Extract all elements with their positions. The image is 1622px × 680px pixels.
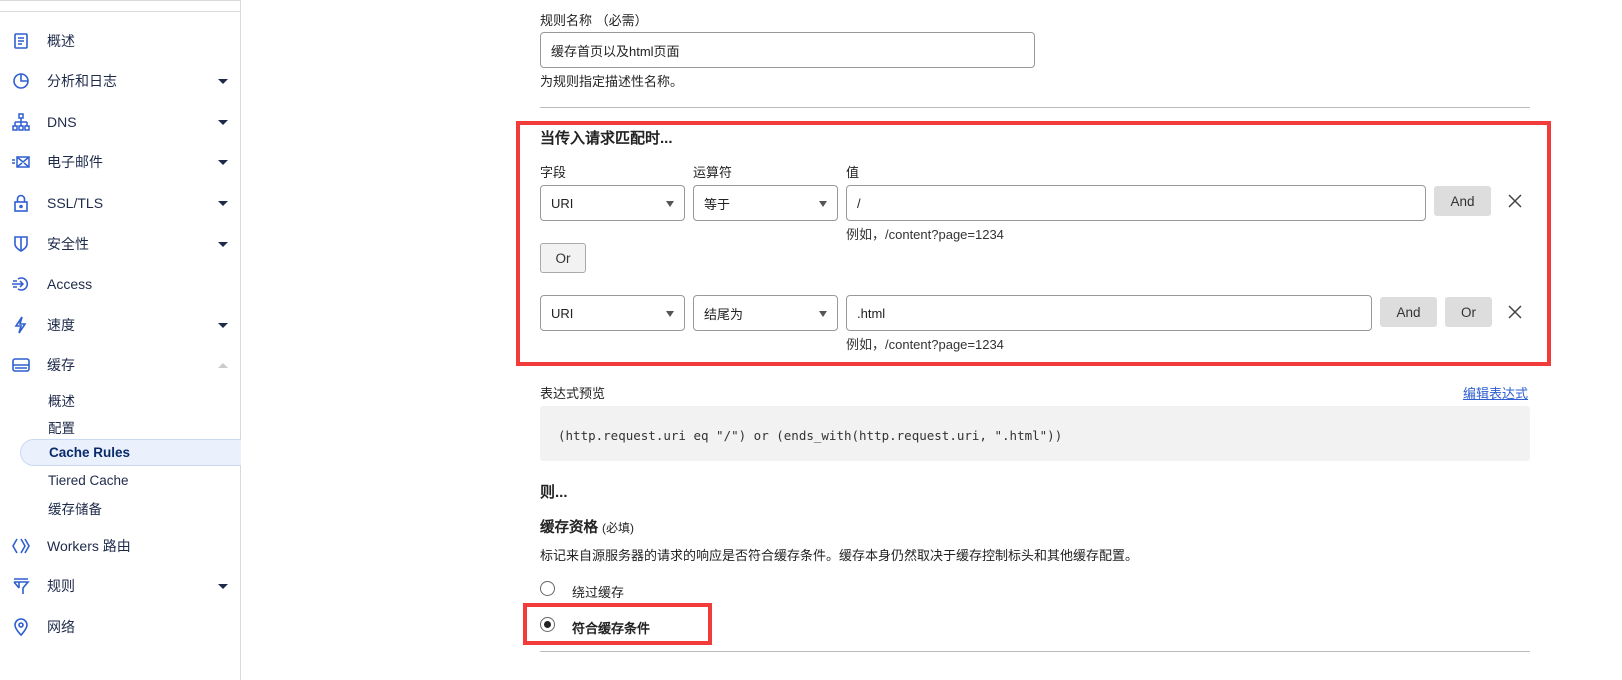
sidebar-item-overview[interactable]: 概述 <box>0 26 240 56</box>
sidebar-item-workers-routes[interactable]: Workers 路由 <box>0 531 240 561</box>
sidebar-item-label: 分析和日志 <box>47 73 117 89</box>
operator-select-value: 等于 <box>704 196 731 212</box>
divider <box>540 651 1530 652</box>
operator-column-label: 运算符 <box>693 165 733 180</box>
close-icon[interactable] <box>1507 304 1523 320</box>
sidebar-item-label: DNS <box>47 114 77 130</box>
cache-eligibility-desc: 标记来自源服务器的请求的响应是否符合缓存条件。缓存本身仍然取决于缓存控制标头和其… <box>540 548 1139 563</box>
caret-down-icon <box>218 119 228 125</box>
rule-name-help: 为规则指定描述性名称。 <box>540 74 684 89</box>
sidebar-subitem-config[interactable]: 配置 <box>20 413 241 440</box>
field-select-value: URI <box>551 305 574 321</box>
sidebar-item-email[interactable]: 电子邮件 <box>0 147 240 177</box>
workers-icon <box>12 538 30 554</box>
sidebar-item-label: 速度 <box>47 317 75 333</box>
and-button[interactable]: And <box>1380 297 1437 327</box>
cache-server-icon <box>12 358 30 372</box>
sidebar-item-dns[interactable]: DNS <box>0 107 240 137</box>
field-select[interactable]: URI <box>540 295 685 331</box>
dropdown-arrow-icon <box>819 311 827 317</box>
expression-preview-label: 表达式预览 <box>540 386 606 401</box>
cache-eligibility-title: 缓存资格 (必填) <box>540 516 634 537</box>
value-hint: 例如，/content?page=1234 <box>846 227 1004 242</box>
lightning-icon <box>14 316 27 334</box>
radio-label: 绕过缓存 <box>572 585 625 600</box>
cache-eligibility-title-text: 缓存资格 <box>540 520 598 536</box>
caret-down-icon <box>218 78 228 84</box>
value-input[interactable]: .html <box>846 295 1372 331</box>
sidebar-subitem-cache-rules[interactable]: Cache Rules <box>20 439 241 466</box>
sidebar-subitem-cache-reserve[interactable]: 缓存储备 <box>20 494 241 521</box>
sidebar-item-label: 概述 <box>47 33 75 49</box>
caret-down-icon <box>218 583 228 589</box>
required-label: (必填) <box>602 521 635 535</box>
radio-eligible-for-cache[interactable] <box>540 617 555 632</box>
sidebar-item-ssl-tls[interactable]: SSL/TLS <box>0 188 240 218</box>
pie-chart-icon <box>13 73 29 89</box>
sidebar-item-cache[interactable]: 缓存 <box>0 350 240 380</box>
dropdown-arrow-icon <box>819 201 827 207</box>
field-select-value: URI <box>551 195 574 211</box>
operator-select-value: 结尾为 <box>704 306 744 322</box>
sidebar-item-access[interactable]: Access <box>0 269 240 299</box>
email-icon <box>12 156 30 168</box>
sidebar-subitem-overview[interactable]: 概述 <box>20 386 241 413</box>
sidebar-item-label: Workers 路由 <box>47 538 131 554</box>
value-input[interactable]: / <box>846 185 1426 221</box>
divider <box>540 107 1530 108</box>
filter-icon <box>13 578 30 594</box>
sidebar-item-speed[interactable]: 速度 <box>0 310 240 340</box>
sidebar-item-label: 缓存 <box>47 357 75 373</box>
location-pin-icon <box>14 618 28 636</box>
field-column-label: 字段 <box>540 165 567 180</box>
shield-icon <box>14 236 28 252</box>
rule-name-input[interactable]: 缓存首页以及html页面 <box>540 32 1035 68</box>
sidebar-top-divider <box>0 11 240 12</box>
sidebar-item-label: Access <box>47 276 93 292</box>
match-heading: 当传入请求匹配时... <box>540 130 673 147</box>
sidebar-item-label: 规则 <box>47 578 75 594</box>
or-button[interactable]: Or <box>540 243 586 273</box>
rule-name-label: 规则名称 （必需） <box>540 13 648 28</box>
then-heading: 则... <box>540 484 568 501</box>
access-icon <box>12 277 28 291</box>
sidebar-item-label: 网络 <box>47 619 75 635</box>
and-button[interactable]: And <box>1434 186 1491 216</box>
sidebar-item-label: 安全性 <box>47 236 89 252</box>
caret-down-icon <box>218 241 228 247</box>
sidebar-item-analytics[interactable]: 分析和日志 <box>0 66 240 96</box>
sidebar-item-label: SSL/TLS <box>47 195 104 211</box>
field-select[interactable]: URI <box>540 185 685 221</box>
caret-down-icon <box>218 159 228 165</box>
caret-down-icon <box>218 200 228 206</box>
sidebar-subitem-tiered-cache[interactable]: Tiered Cache <box>20 467 241 494</box>
edit-expression-link[interactable]: 编辑表达式 <box>1463 383 1528 402</box>
caret-up-icon <box>218 362 228 368</box>
radio-label: 符合缓存条件 <box>572 621 651 636</box>
value-hint: 例如，/content?page=1234 <box>846 337 1004 352</box>
expression-preview: (http.request.uri eq "/") or (ends_with(… <box>540 406 1530 461</box>
sidebar-item-label: 电子邮件 <box>47 154 103 170</box>
sidebar-item-security[interactable]: 安全性 <box>0 229 240 259</box>
sidebar-item-network[interactable]: 网络 <box>0 612 240 642</box>
dropdown-arrow-icon <box>666 311 674 317</box>
caret-down-icon <box>218 322 228 328</box>
sidebar-item-rules[interactable]: 规则 <box>0 571 240 601</box>
clipboard-icon <box>14 33 28 49</box>
lock-icon <box>14 194 28 212</box>
dropdown-arrow-icon <box>666 201 674 207</box>
close-icon[interactable] <box>1507 193 1523 209</box>
network-tree-icon <box>12 113 30 131</box>
sidebar: 概述 分析和日志 DNS 电子邮件 SSL/TLS 安全性 Access 速度 … <box>0 0 241 680</box>
value-column-label: 值 <box>846 165 860 180</box>
operator-select[interactable]: 结尾为 <box>693 295 838 331</box>
operator-select[interactable]: 等于 <box>693 185 838 221</box>
radio-bypass-cache[interactable] <box>540 581 555 596</box>
or-button[interactable]: Or <box>1445 297 1492 327</box>
